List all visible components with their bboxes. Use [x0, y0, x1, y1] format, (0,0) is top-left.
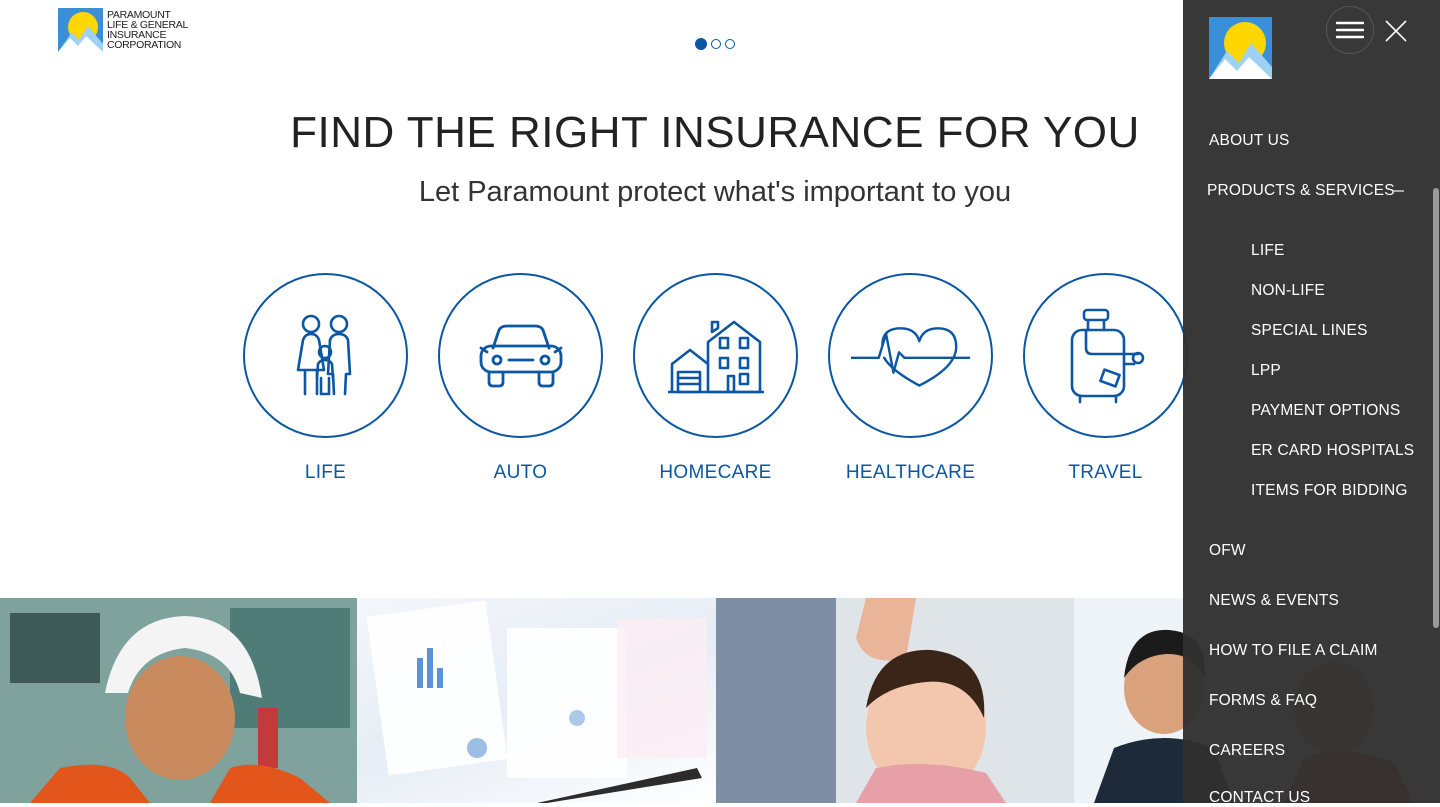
product-label[interactable]: LIFE [305, 462, 346, 484]
car-icon [479, 324, 562, 387]
child-photo-illustration [716, 598, 1074, 803]
product-icon-circle[interactable] [243, 273, 408, 438]
charts-photo-illustration [366, 600, 707, 803]
product-icon-circle[interactable] [438, 273, 603, 438]
menu-item-about-us[interactable]: ABOUT US [1209, 132, 1290, 150]
product-auto[interactable]: AUTO [438, 273, 603, 484]
menu-item-forms-faq[interactable]: FORMS & FAQ [1209, 692, 1317, 710]
submenu-item-lpp[interactable]: LPP [1251, 362, 1281, 380]
photo-financial-charts[interactable] [357, 598, 716, 803]
photo-child-with-parent[interactable] [716, 598, 1074, 803]
product-list: LIFE AUTO HOMECARE HEALTHCARE TRAVEL [243, 273, 1188, 484]
product-icon-circle[interactable] [828, 273, 993, 438]
product-icon-circle[interactable] [633, 273, 798, 438]
carousel-indicators [695, 38, 735, 50]
menu-item-products-services[interactable]: PRODUCTS & SERVICES [1207, 182, 1395, 200]
menu-item-contact-us[interactable]: CONTACT US [1209, 789, 1310, 807]
family-icon [296, 314, 351, 395]
logo-line: CORPORATION [107, 39, 182, 51]
hamburger-menu-button[interactable] [1326, 6, 1374, 54]
logo-mountain-sun-icon [58, 8, 103, 52]
luggage-icon [1070, 308, 1144, 403]
menu-item-ofw[interactable]: OFW [1209, 542, 1246, 560]
carousel-dot-2[interactable] [711, 39, 721, 49]
submenu-item-special-lines[interactable]: SPECIAL LINES [1251, 322, 1368, 340]
product-label[interactable]: HOMECARE [659, 462, 771, 484]
worker-photo-illustration [0, 598, 357, 803]
product-label[interactable]: HEALTHCARE [846, 462, 975, 484]
product-label[interactable]: AUTO [494, 462, 548, 484]
company-logo[interactable]: PARAMOUNT LIFE & GENERAL INSURANCE CORPO… [58, 8, 188, 52]
menu-item-news-events[interactable]: NEWS & EVENTS [1209, 592, 1339, 610]
collapse-minus-icon[interactable] [1394, 190, 1404, 192]
house-icon [667, 320, 764, 393]
logo-wordmark: PARAMOUNT LIFE & GENERAL INSURANCE CORPO… [107, 10, 188, 51]
product-homecare[interactable]: HOMECARE [633, 273, 798, 484]
side-navigation-drawer: ABOUT US PRODUCTS & SERVICES LIFE NON-LI… [1183, 0, 1440, 806]
submenu-item-life[interactable]: LIFE [1251, 242, 1285, 260]
drawer-scrollbar[interactable] [1433, 188, 1439, 628]
submenu-item-payment-options[interactable]: PAYMENT OPTIONS [1251, 402, 1400, 420]
submenu-item-items-for-bidding[interactable]: ITEMS FOR BIDDING [1251, 482, 1408, 500]
drawer-logo-icon[interactable] [1209, 17, 1272, 79]
carousel-dot-3[interactable] [725, 39, 735, 49]
product-label[interactable]: TRAVEL [1068, 462, 1142, 484]
submenu-item-er-card-hospitals[interactable]: ER CARD HOSPITALS [1251, 442, 1414, 460]
menu-item-careers[interactable]: CAREERS [1209, 742, 1285, 760]
menu-item-how-to-file-claim[interactable]: HOW TO FILE A CLAIM [1209, 642, 1378, 660]
photo-worker-on-phone[interactable] [0, 598, 357, 803]
product-healthcare[interactable]: HEALTHCARE [828, 273, 993, 484]
close-icon[interactable] [1383, 18, 1409, 44]
heartbeat-icon [850, 326, 970, 387]
product-icon-circle[interactable] [1023, 273, 1188, 438]
product-life[interactable]: LIFE [243, 273, 408, 484]
submenu-item-non-life[interactable]: NON-LIFE [1251, 282, 1325, 300]
product-travel[interactable]: TRAVEL [1023, 273, 1188, 484]
carousel-dot-1[interactable] [695, 38, 707, 50]
hamburger-icon [1336, 21, 1364, 39]
site-header: PARAMOUNT LIFE & GENERAL INSURANCE CORPO… [0, 0, 1183, 90]
